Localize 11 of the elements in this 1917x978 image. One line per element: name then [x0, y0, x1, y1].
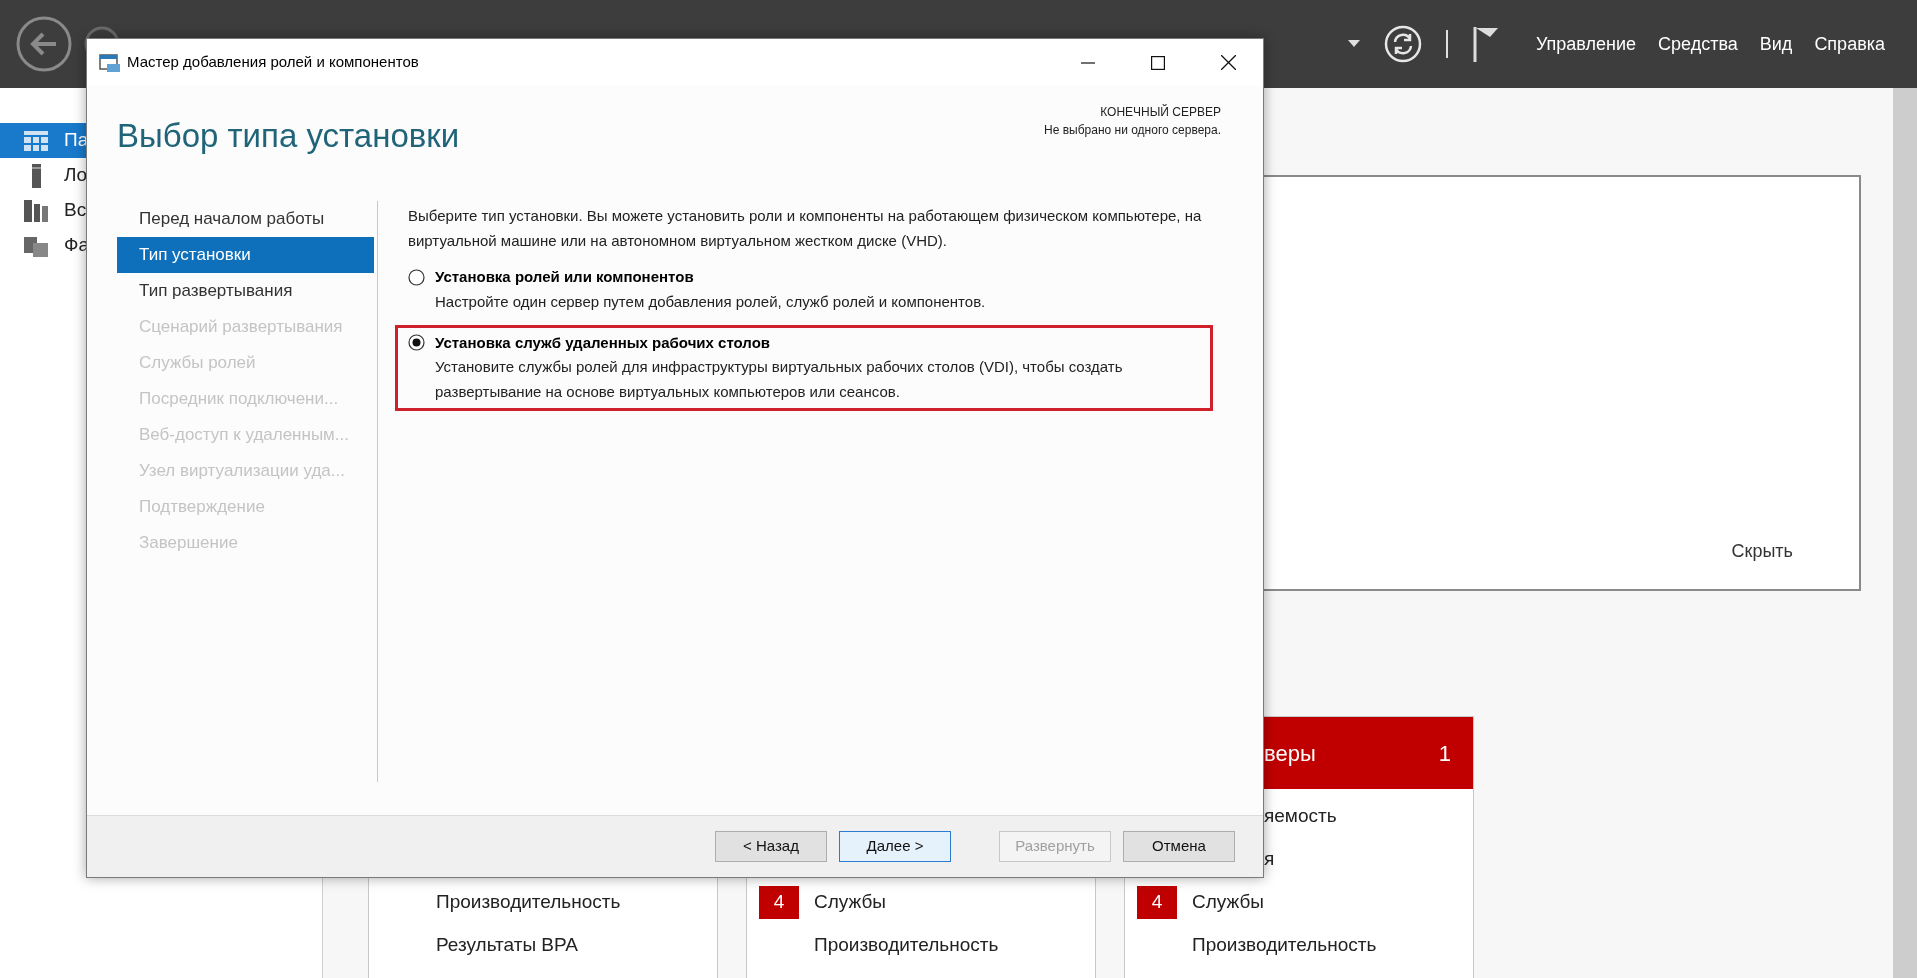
tile-count: 1 [1438, 739, 1451, 768]
option-description: Установите службы ролей для инфраструктуры виртуальных рабочих столов (VDI), чтобы создать развертывание на основе виртуальных компьютеров или сеансов. [434, 357, 1124, 402]
window-title: Мастер добавления ролей и компонентов [127, 52, 419, 73]
target-value: Не выбрано ни одного сервера. [1044, 122, 1221, 139]
count-badge: 4 [759, 886, 799, 919]
option-description: Настройте один сервер путем добавления ролей, служб ролей и компонентов. [434, 291, 987, 312]
target-label: КОНЕЧНЫЙ СЕРВЕР [1099, 103, 1221, 121]
page-heading: Выбор типа установки [117, 116, 460, 156]
count-badge: 4 [1137, 886, 1177, 919]
intro-text: Выберите тип установки. Вы можете установить роли и компоненты на работающем физическом компьютере, на виртуальной машине или на автономном виртуальном жестком диске (VHD). [408, 206, 1203, 251]
tile-title: веры [1264, 739, 1316, 768]
